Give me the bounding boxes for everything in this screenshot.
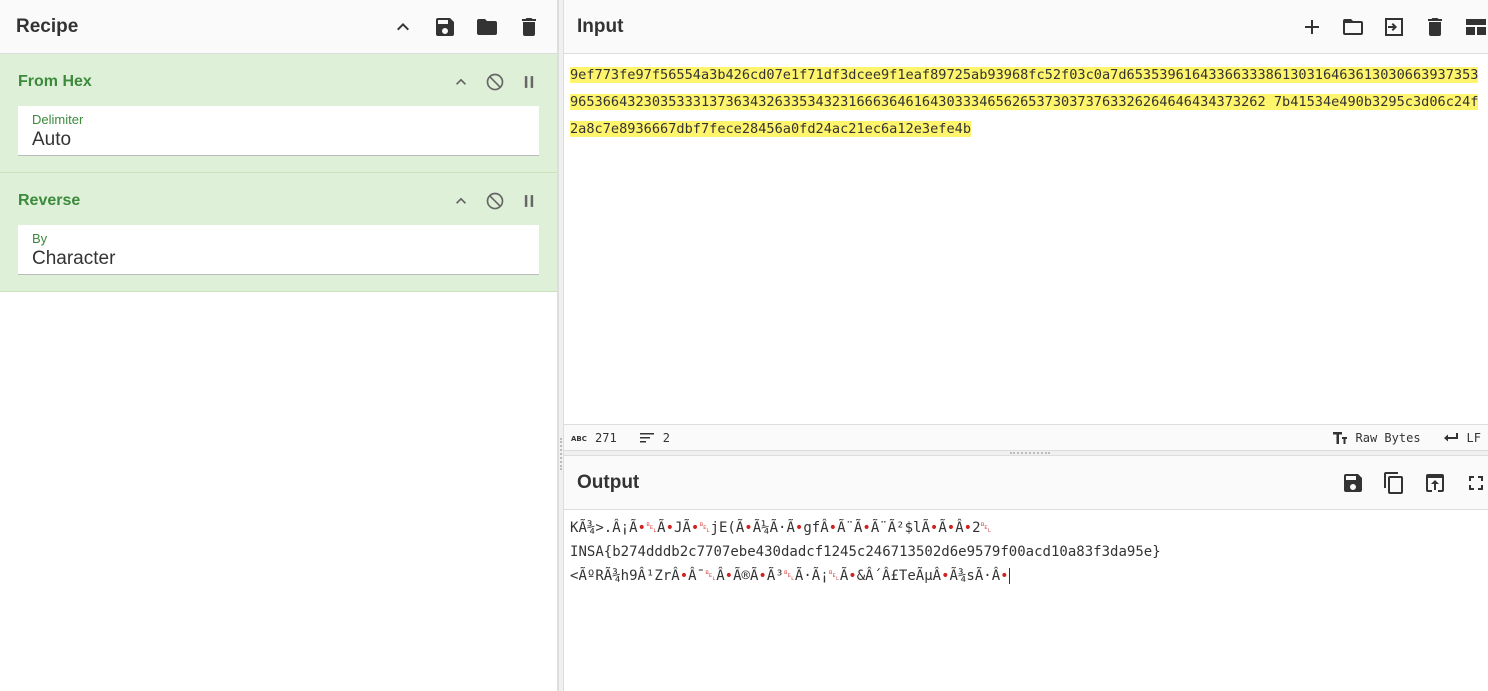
input-header: Input [564, 0, 1488, 54]
add-tab-icon[interactable] [1300, 15, 1324, 39]
open-folder-icon[interactable] [1341, 15, 1365, 39]
clear-input-icon[interactable] [1423, 15, 1447, 39]
by-field[interactable]: By Character [18, 225, 539, 275]
char-count: ABC 271 [571, 430, 617, 445]
recipe-header: Recipe [0, 0, 557, 54]
replace-input-icon[interactable] [1423, 471, 1447, 495]
input-title: Input [577, 15, 624, 37]
output-line-1: KÃ¾>.Â¡Ã•␇Ã•JÃ•␇jE(Ã•Ã¼Ã·Ã•gfÂ•Ã¨Ã•Ã¨Ã²$… [570, 520, 992, 536]
abc-icon: ABC [571, 435, 587, 443]
collapse-all-icon[interactable] [391, 15, 415, 39]
reset-layout-icon[interactable] [1464, 15, 1488, 39]
horizontal-resize-handle[interactable] [564, 450, 1488, 456]
by-value[interactable]: Character [32, 248, 525, 270]
open-file-icon[interactable] [1382, 15, 1406, 39]
clear-recipe-icon[interactable] [517, 15, 541, 39]
operation-title[interactable]: Reverse [18, 192, 451, 210]
text-cursor [1008, 568, 1010, 584]
save-output-icon[interactable] [1341, 471, 1365, 495]
maximise-output-icon[interactable] [1464, 471, 1488, 495]
copy-output-icon[interactable] [1382, 471, 1406, 495]
operation-from-hex: From Hex Delimiter Auto [0, 54, 557, 173]
load-recipe-icon[interactable] [475, 15, 499, 39]
recipe-title: Recipe [16, 15, 79, 37]
return-icon [1443, 432, 1458, 441]
disable-operation-icon[interactable] [485, 72, 505, 92]
disable-operation-icon[interactable] [485, 191, 505, 211]
delimiter-value[interactable]: Auto [32, 129, 525, 151]
input-textarea[interactable]: 9ef773fe97f56554a3b426cd07e1f71df3dcee9f… [564, 54, 1488, 424]
save-recipe-icon[interactable] [433, 15, 457, 39]
lines-icon [639, 432, 654, 442]
delimiter-label: Delimiter [32, 112, 84, 127]
output-title: Output [577, 471, 640, 493]
delimiter-field[interactable]: Delimiter Auto [18, 106, 539, 156]
recipe-pane: Recipe From Hex Delimiter Auto Reverse B… [0, 0, 558, 691]
input-text[interactable]: 9ef773fe97f56554a3b426cd07e1f71df3dcee9f… [570, 67, 1479, 137]
output-header: Output [564, 456, 1488, 510]
input-status-bar: ABC 271 2 Raw Bytes LF [564, 424, 1488, 450]
output-line-3: <ÃºRÃ¾h9Â¹ZrÂ•Â¯␇Â•Ã®Ã•Ã³␇Ã·Ã¡␇Ã•&Â´Â£Te… [570, 568, 1010, 584]
text-format-icon [1332, 431, 1347, 444]
collapse-operation-icon[interactable] [451, 191, 471, 211]
line-count: 2 [639, 431, 670, 445]
eol-indicator[interactable]: LF [1443, 431, 1481, 445]
collapse-operation-icon[interactable] [451, 72, 471, 92]
input-format[interactable]: Raw Bytes [1332, 431, 1421, 445]
io-pane: Input 9ef773fe97f56554a3b426cd07e1f71df3… [564, 0, 1488, 691]
output-line-2: INSA{b274dddb2c7707ebe430dadcf1245c24671… [570, 544, 1161, 560]
output-textarea[interactable]: KÃ¾>.Â¡Ã•␇Ã•JÃ•␇jE(Ã•Ã¼Ã·Ã•gfÂ•Ã¨Ã•Ã¨Ã²$… [564, 510, 1488, 594]
by-label: By [32, 231, 48, 246]
svg-text:ABC: ABC [571, 435, 587, 443]
operation-reverse: Reverse By Character [0, 173, 557, 292]
operation-title[interactable]: From Hex [18, 73, 451, 91]
breakpoint-icon[interactable] [519, 191, 539, 211]
breakpoint-icon[interactable] [519, 72, 539, 92]
